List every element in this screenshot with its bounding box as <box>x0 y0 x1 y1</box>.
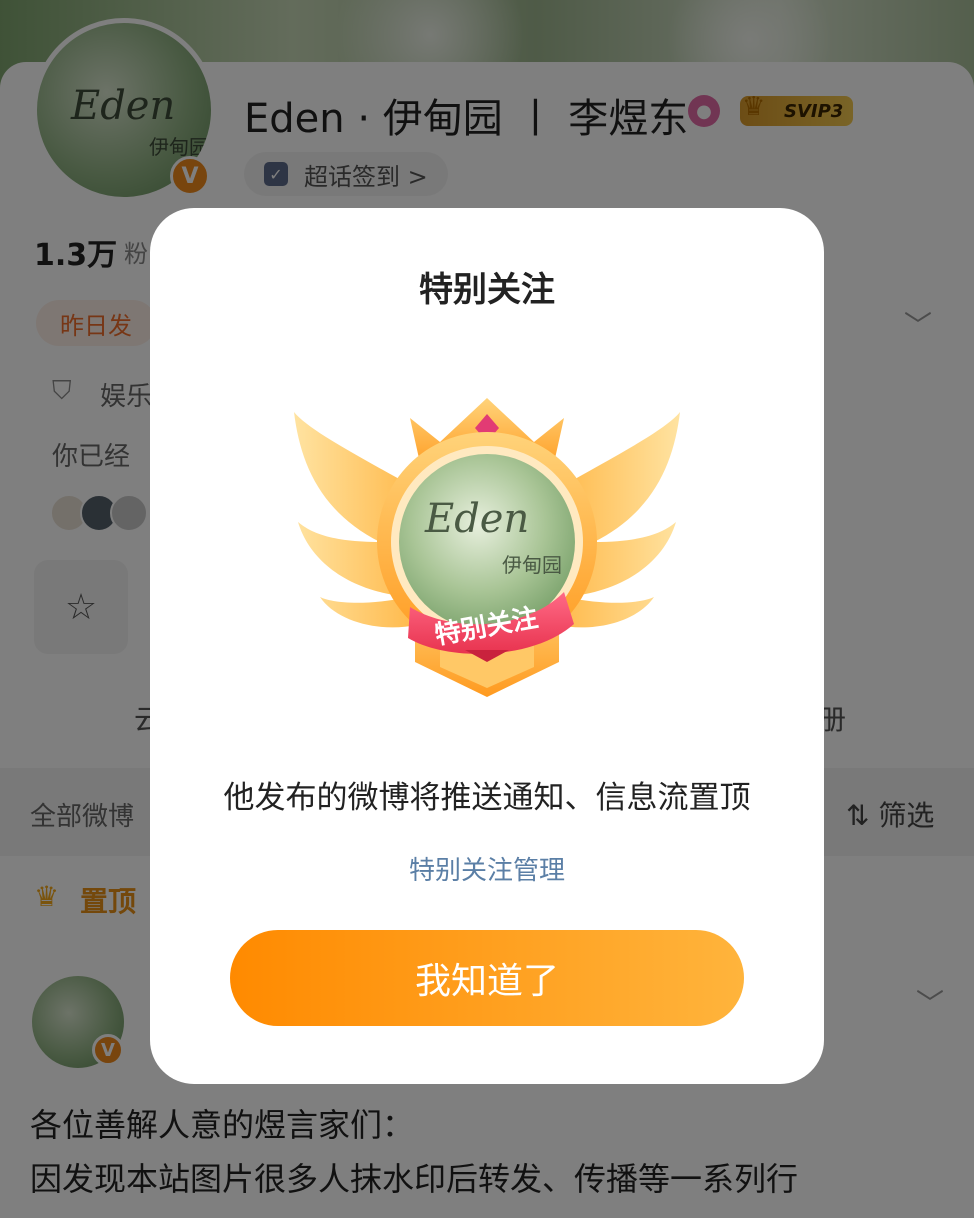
dialog-title: 特别关注 <box>419 270 555 310</box>
dialog-description: 他发布的微博将推送通知、信息流置顶 <box>223 780 751 816</box>
badge-avatar-text: Eden <box>424 496 529 542</box>
special-follow-badge: Eden 伊甸园 特别关注 <box>294 398 680 697</box>
confirm-got-it-button[interactable]: 我知道了 <box>230 930 744 1026</box>
badge-avatar-subtext: 伊甸园 <box>502 553 562 577</box>
special-follow-manage-link[interactable]: 特别关注管理 <box>0 850 974 887</box>
